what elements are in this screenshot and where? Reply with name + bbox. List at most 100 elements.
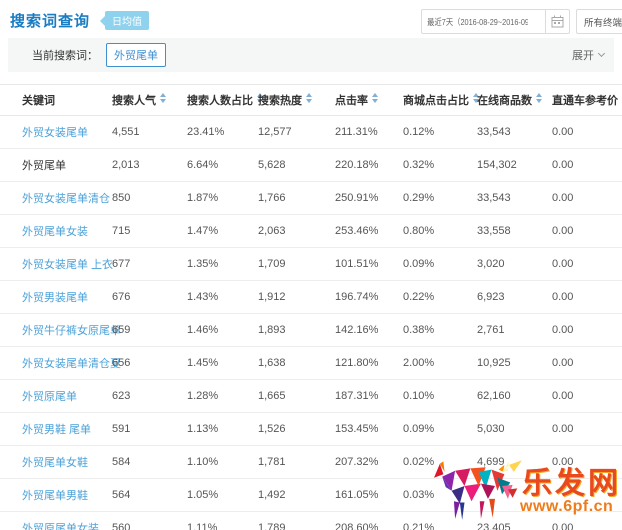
cell-value: 656: [112, 347, 187, 380]
keyword-link[interactable]: 外贸女装尾单清仓: [22, 193, 110, 205]
keyword-link[interactable]: 外贸女装尾单: [22, 127, 88, 139]
cell-value: 0.00: [552, 248, 622, 281]
cell-value: 1,665: [258, 380, 335, 413]
column-header[interactable]: 商城点击占比: [403, 85, 477, 116]
table-row: 外贸女装尾单清仓8501.87%1,766250.91%0.29%33,5430…: [0, 182, 622, 215]
table-row: 外贸尾单女装7151.47%2,063253.46%0.80%33,5580.0…: [0, 215, 622, 248]
column-header-label: 直通车参考价: [552, 95, 618, 107]
column-header-label: 在线商品数: [477, 95, 532, 107]
current-search-bar: 当前搜索词： 外贸尾单 展开: [8, 38, 614, 72]
cell-value: 0.00: [552, 215, 622, 248]
cell-value: 0.00: [552, 182, 622, 215]
keyword-cell: 外贸尾单男鞋: [0, 479, 112, 512]
column-header[interactable]: 点击率: [335, 85, 403, 116]
cell-value: 591: [112, 413, 187, 446]
sort-icon[interactable]: [536, 93, 542, 103]
column-header-label: 商城点击占比: [403, 95, 469, 107]
cell-value: 23.41%: [187, 116, 258, 149]
page-header: 搜索词查询 日均值: [10, 10, 149, 31]
keyword-link[interactable]: 外贸原尾单: [22, 391, 77, 403]
cell-value: 62,160: [477, 380, 552, 413]
current-search-term-button[interactable]: 外贸尾单: [106, 43, 166, 67]
sort-icon[interactable]: [306, 93, 312, 103]
cell-value: 0.00: [552, 314, 622, 347]
cell-value: 142.16%: [335, 314, 403, 347]
cell-value: 0.00: [552, 281, 622, 314]
cell-value: 0.21%: [403, 512, 477, 530]
cell-value: 1,781: [258, 446, 335, 479]
column-header[interactable]: 在线商品数: [477, 85, 552, 116]
cell-value: 33,558: [477, 215, 552, 248]
cell-value: 1,766: [258, 182, 335, 215]
keyword-cell: 外贸原尾单: [0, 380, 112, 413]
cell-value: 564: [112, 479, 187, 512]
cell-value: 207.32%: [335, 446, 403, 479]
sort-icon[interactable]: [160, 93, 166, 103]
keyword-cell: 外贸尾单: [0, 149, 112, 182]
keyword-link[interactable]: 外贸原尾单女装: [22, 523, 99, 530]
table-row: 外贸原尾单6231.28%1,665187.31%0.10%62,1600.00: [0, 380, 622, 413]
calendar-button[interactable]: [545, 10, 569, 33]
keyword-link[interactable]: 外贸女装尾单清仓夏: [22, 358, 121, 370]
column-header-label: 搜索人气: [112, 95, 156, 107]
cell-value: 0.03%: [403, 479, 477, 512]
keywords-table: 关键词 搜索人气 搜索人数占比搜索热度点击率商城点击占比在线商品数 直通车参考价 外贸…: [0, 84, 622, 530]
terminal-select[interactable]: 所有终端: [576, 9, 622, 34]
date-range-picker[interactable]: 最近7天（2016-08-29~2016-09-04）: [421, 9, 570, 34]
column-header[interactable]: 搜索人数占比: [187, 85, 258, 116]
cell-value: 6,923: [477, 281, 552, 314]
cell-value: 1,492: [258, 479, 335, 512]
cell-value: 0.22%: [403, 281, 477, 314]
cell-value: 33,543: [477, 182, 552, 215]
keyword-link[interactable]: 外贸牛仔裤女原尾单: [22, 325, 121, 337]
column-header[interactable]: 搜索热度: [258, 85, 335, 116]
cell-value: 1.46%: [187, 314, 258, 347]
cell-value: 1.87%: [187, 182, 258, 215]
cell-value: 1,709: [258, 248, 335, 281]
cell-value: 250.91%: [335, 182, 403, 215]
keyword-cell: 外贸男鞋 尾单: [0, 413, 112, 446]
keyword-cell: 外贸女装尾单 上衣: [0, 248, 112, 281]
sort-icon[interactable]: [372, 93, 378, 103]
cell-value: 1,638: [258, 347, 335, 380]
keyword-link[interactable]: 外贸男装尾单: [22, 292, 88, 304]
cell-value: 1.13%: [187, 413, 258, 446]
column-header[interactable]: 直通车参考价: [552, 85, 622, 116]
keyword-cell: 外贸尾单女鞋: [0, 446, 112, 479]
cell-value: 1.05%: [187, 479, 258, 512]
expand-label: 展开: [572, 47, 594, 63]
date-range-value: 最近7天（2016-08-29~2016-09-04）: [422, 16, 528, 28]
keyword-link[interactable]: 外贸男鞋 尾单: [22, 424, 91, 436]
cell-value: 0.00: [552, 116, 622, 149]
cell-value: 0.00: [552, 512, 622, 530]
table-row: 外贸女装尾单清仓夏6561.45%1,638121.80%2.00%10,925…: [0, 347, 622, 380]
cell-value: 2,761: [477, 314, 552, 347]
cell-value: 154,302: [477, 149, 552, 182]
cell-value: 659: [112, 314, 187, 347]
cell-value: 2.00%: [403, 347, 477, 380]
cell-value: 6.64%: [187, 149, 258, 182]
keyword-link[interactable]: 外贸女装尾单 上衣: [22, 259, 113, 271]
cell-value: 0.10%: [403, 380, 477, 413]
table-row: 外贸尾单男鞋5641.05%1,492161.05%0.03%: [0, 479, 622, 512]
table-row: 外贸女装尾单4,55123.41%12,577211.31%0.12%33,54…: [0, 116, 622, 149]
column-header-label: 关键词: [22, 95, 55, 107]
cell-value: 0.32%: [403, 149, 477, 182]
keyword-link[interactable]: 外贸尾单男鞋: [22, 490, 88, 502]
keyword-link[interactable]: 外贸尾单女装: [22, 226, 88, 238]
cell-value: 0.00: [552, 446, 622, 479]
keyword-cell: 外贸尾单女装: [0, 215, 112, 248]
keyword-cell: 外贸男装尾单: [0, 281, 112, 314]
expand-toggle[interactable]: 展开: [572, 38, 604, 72]
cell-value: 1.11%: [187, 512, 258, 530]
column-header[interactable]: 搜索人气: [112, 85, 187, 116]
cell-value: 23,405: [477, 512, 552, 530]
cell-value: 1,526: [258, 413, 335, 446]
cell-value: 4,551: [112, 116, 187, 149]
cell-value: 676: [112, 281, 187, 314]
cell-value: 1,893: [258, 314, 335, 347]
cell-value: 1.45%: [187, 347, 258, 380]
keyword-link[interactable]: 外贸尾单女鞋: [22, 457, 88, 469]
calendar-icon: [551, 15, 564, 28]
cell-value: 0.09%: [403, 248, 477, 281]
